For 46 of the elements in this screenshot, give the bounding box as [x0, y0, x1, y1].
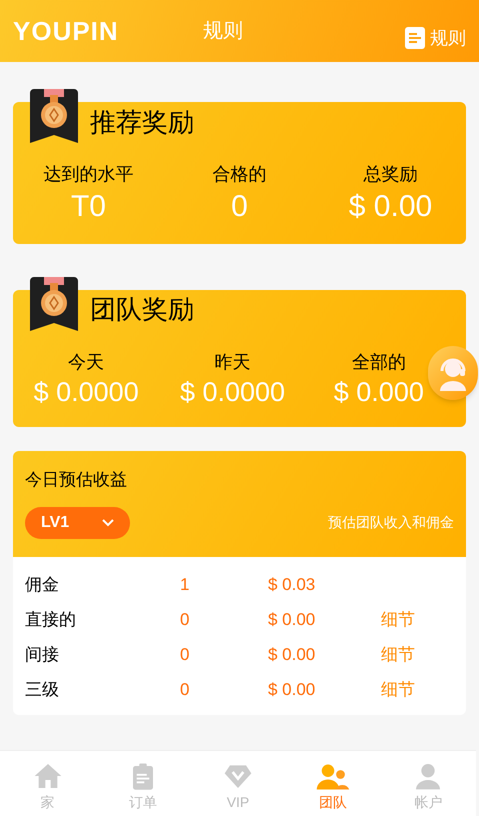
- estimate-note: 预估团队收入和佣金: [328, 513, 454, 532]
- rules-link[interactable]: 规则: [405, 24, 466, 52]
- medal-icon: [30, 276, 78, 330]
- people-icon: [315, 762, 352, 792]
- row-count: 0: [180, 644, 190, 666]
- card-title: 团队奖励: [90, 293, 194, 326]
- nav-tab[interactable]: 团队: [286, 751, 381, 816]
- detail-link[interactable]: 细节: [381, 606, 415, 632]
- card-title: 推荐奖励: [90, 106, 194, 138]
- stat-value: $ 0.0000: [34, 376, 139, 408]
- detail-link[interactable]: 细节: [381, 676, 415, 702]
- row-amount: $ 0.00: [268, 644, 316, 666]
- row-count: 0: [180, 678, 190, 700]
- nav-tab[interactable]: 订单: [95, 751, 190, 816]
- row-amount: $ 0.00: [268, 678, 316, 700]
- stat-value: $ 0.000: [334, 376, 424, 408]
- row-amount: $ 0.03: [268, 574, 316, 596]
- page-title: 规则: [203, 19, 244, 44]
- stat-value: 0: [231, 189, 248, 225]
- row-label: 三级: [25, 678, 60, 700]
- row-count: 0: [180, 608, 190, 630]
- stat-value: $ 0.00: [348, 189, 432, 225]
- row-label: 间接: [25, 644, 60, 666]
- stat-label: 全部的: [352, 350, 406, 374]
- document-icon: [405, 27, 425, 49]
- row-label: 直接的: [25, 608, 77, 630]
- stat-label: 达到的水平: [44, 163, 134, 186]
- support-button[interactable]: [428, 346, 478, 400]
- chevron-down-icon: [102, 518, 114, 527]
- nav-tab[interactable]: VIP: [190, 751, 286, 816]
- estimate-title: 今日预估收益: [25, 469, 128, 492]
- stat-value: T0: [70, 189, 106, 225]
- stat-value: $ 0.0000: [180, 376, 286, 408]
- row-amount: $ 0.00: [268, 608, 316, 630]
- nav-tab[interactable]: 帐户: [380, 751, 476, 816]
- medal-icon: [30, 89, 78, 143]
- row-label: 佣金: [25, 574, 60, 596]
- stat-label: 昨天: [214, 350, 250, 374]
- level-dropdown[interactable]: LV1: [25, 506, 130, 539]
- logo: YOUPIN: [13, 14, 120, 48]
- stat-label: 合格的: [212, 163, 266, 186]
- stat-label: 总奖励: [364, 163, 418, 186]
- nav-tab[interactable]: 家: [0, 751, 96, 816]
- row-count: 1: [180, 574, 190, 596]
- stat-label: 今天: [68, 350, 104, 374]
- detail-link[interactable]: 细节: [381, 642, 415, 667]
